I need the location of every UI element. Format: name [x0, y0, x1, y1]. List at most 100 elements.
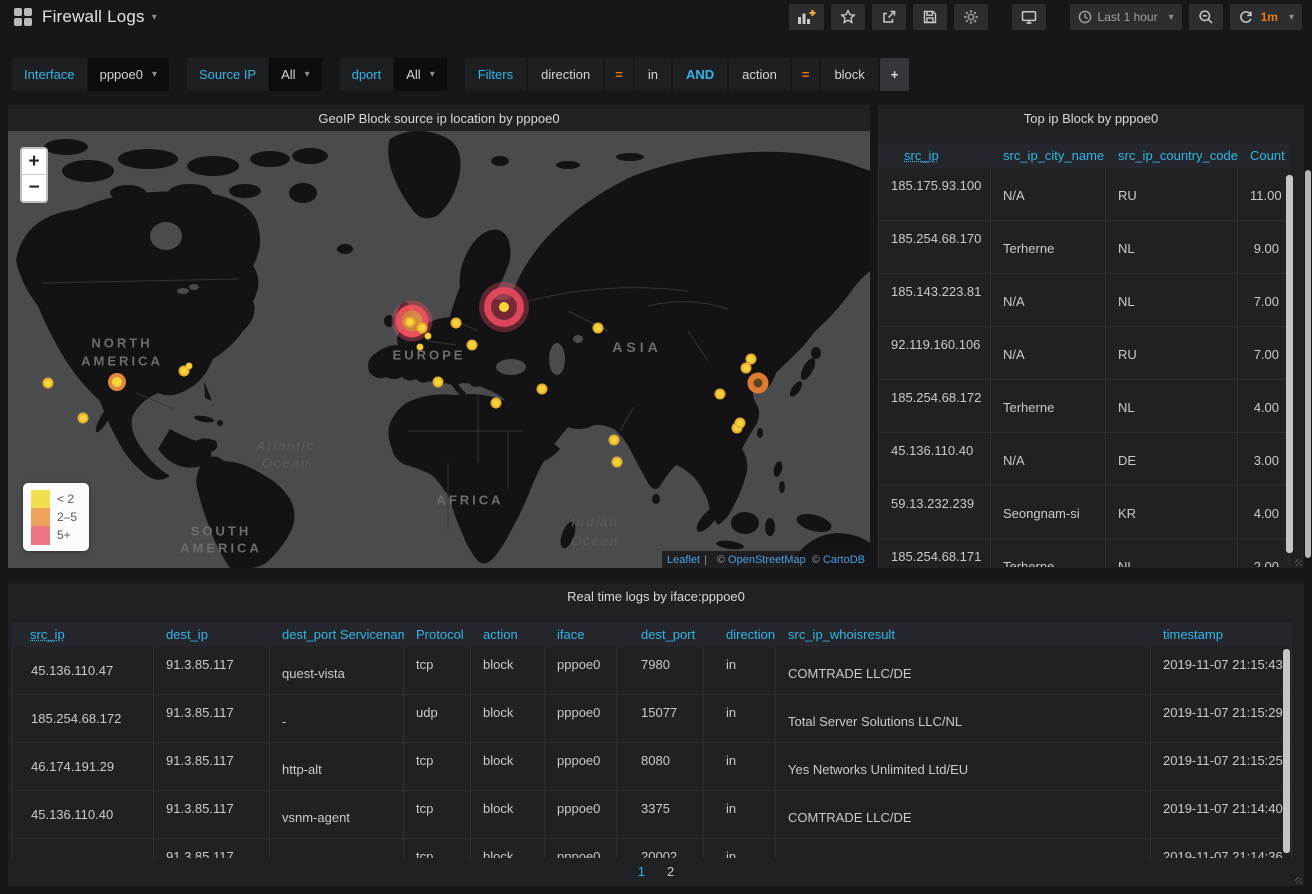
legend-label: 5+ [57, 528, 71, 542]
topip-col-count[interactable]: Count [1238, 143, 1290, 168]
topip-table-row: 185.254.68.172TerherneNL4.00 [878, 380, 1290, 433]
variable-value-dropdown[interactable]: All▾ [394, 58, 446, 91]
adhoc-segment-[interactable]: = [605, 58, 633, 91]
logs-scrollbar[interactable] [1283, 649, 1290, 853]
adhoc-segment-and[interactable]: AND [673, 58, 727, 91]
logs-cell-protocol: tcp [404, 647, 471, 695]
chevron-down-icon[interactable]: ▾ [152, 12, 157, 23]
add-filter-button[interactable]: + [880, 58, 910, 91]
adhoc-segment-in[interactable]: in [635, 58, 671, 91]
variable-value-dropdown[interactable]: pppoe0▾ [88, 58, 169, 91]
map-marker-y-sm[interactable] [467, 340, 478, 351]
logs-cell-iface: pppoe0 [545, 695, 617, 743]
logs-cell-action: block [471, 839, 545, 858]
logs-col-dest_port-servicename[interactable]: dest_port Servicename [270, 622, 404, 647]
panel-top-ip: Top ip Block by pppoe0 src_ipsrc_ip_city… [878, 105, 1304, 568]
add-panel-button[interactable] [789, 4, 824, 30]
logs-col-dest_ip[interactable]: dest_ip [154, 622, 270, 647]
adhoc-segment-block[interactable]: block [821, 58, 877, 91]
grafana-logo-icon[interactable] [14, 8, 33, 27]
legend-row: < 2 [31, 490, 81, 508]
map-marker-y-xs[interactable] [425, 333, 432, 340]
cycle-view-button[interactable] [1012, 4, 1046, 30]
settings-button[interactable] [954, 4, 988, 30]
logs-col-direction[interactable]: direction [704, 622, 776, 647]
dashboard-title[interactable]: Firewall Logs [42, 7, 145, 27]
adhoc-segment-action[interactable]: action [729, 58, 790, 91]
refresh-interval-label: 1m [1261, 10, 1278, 24]
map-marker-y-sm[interactable] [43, 378, 54, 389]
topip-scrollbar[interactable] [1286, 175, 1293, 553]
logs-table-row: 91.3.85.117commtact-httptcpblockpppoe020… [12, 839, 1292, 858]
map-marker-y-md[interactable] [108, 373, 126, 391]
zoom-out-button[interactable] [1189, 4, 1223, 30]
world-map[interactable]: NORTHAMERICAEUROPEASIAAFRICASOUTHAMERICA… [8, 131, 870, 568]
logs-cell-dest_port-servicename: vsnm-agent [270, 791, 404, 839]
save-button[interactable] [913, 4, 947, 30]
logs-cell-direction: in [704, 647, 776, 695]
topip-cell-src_ip_city_name: N/A [991, 168, 1106, 221]
panel-title[interactable]: GeoIP Block source ip location by pppoe0 [8, 105, 870, 131]
map-marker-y-sm[interactable] [735, 418, 746, 429]
adhoc-segment-direction[interactable]: direction [528, 58, 603, 91]
logs-table-row: 46.174.191.2991.3.85.117http-alttcpblock… [12, 743, 1292, 791]
logs-col-action[interactable]: action [471, 622, 545, 647]
map-marker-y-sm[interactable] [537, 384, 548, 395]
topip-col-src_ip_city_name[interactable]: src_ip_city_name [991, 143, 1106, 168]
logs-col-dest_port[interactable]: dest_port [617, 622, 704, 647]
map-marker-y-sm[interactable] [433, 377, 444, 388]
map-marker-y-sm[interactable] [405, 317, 416, 328]
logs-cell-timestamp: 2019-11-07 21:14:40 [1151, 791, 1292, 839]
map-marker-y-xs[interactable] [417, 344, 424, 351]
map-marker-y-sm[interactable] [609, 435, 620, 446]
map-zoom-out-button[interactable]: − [22, 175, 46, 201]
map-marker-y-sm[interactable] [741, 363, 752, 374]
map-marker-y-sm[interactable] [612, 457, 623, 468]
navbar: Firewall Logs ▾ Last 1 hour [0, 0, 1312, 34]
page-button-2[interactable]: 2 [667, 864, 674, 879]
logs-col-timestamp[interactable]: timestamp [1151, 622, 1292, 647]
topip-rows: 185.175.93.100N/ARU11.00185.254.68.170Te… [878, 168, 1290, 567]
map-marker-big-b[interactable] [484, 287, 524, 327]
map-marker-ring-orange[interactable] [748, 373, 769, 394]
time-range-picker[interactable]: Last 1 hour ▾ [1070, 4, 1182, 30]
dashboard: Firewall Logs ▾ Last 1 hour [0, 0, 1312, 894]
cartodb-link[interactable]: CartoDB [823, 554, 865, 566]
logs-col-src_ip[interactable]: src_ip [12, 622, 154, 647]
adhoc-filters: Filters direction=inANDaction=block + [465, 58, 912, 91]
variable-group-dport: dportAll▾ [340, 58, 447, 91]
star-button[interactable] [831, 4, 865, 30]
panel-title[interactable]: Real time logs by iface:pppoe0 [8, 583, 1304, 609]
topip-cell-src_ip: 59.13.232.239 [878, 486, 991, 539]
variable-value-dropdown[interactable]: All▾ [269, 58, 321, 91]
logs-cell-src_ip: 45.136.110.40 [12, 791, 154, 839]
logs-col-iface[interactable]: iface [545, 622, 617, 647]
panel-title[interactable]: Top ip Block by pppoe0 [878, 105, 1304, 131]
map-zoom-in-button[interactable]: + [22, 149, 46, 175]
page-scrollbar[interactable] [1305, 170, 1311, 558]
share-button[interactable] [872, 4, 906, 30]
topip-cell-src_ip_city_name: N/A [991, 433, 1106, 486]
logs-cell-action: block [471, 791, 545, 839]
topip-cell-src_ip: 45.136.110.40 [878, 433, 991, 486]
map-marker-y-sm[interactable] [491, 398, 502, 409]
refresh-picker[interactable]: 1m ▾ [1230, 4, 1302, 30]
page-button-1[interactable]: 1 [638, 864, 645, 879]
map-marker-y-sm[interactable] [715, 389, 726, 400]
map-marker-y-sm[interactable] [78, 413, 89, 424]
map-marker-y-sm[interactable] [593, 323, 604, 334]
topip-col-src_ip[interactable]: src_ip [878, 143, 991, 168]
logs-col-protocol[interactable]: Protocol [404, 622, 471, 647]
chevron-down-icon: ▾ [430, 69, 435, 80]
logs-cell-direction: in [704, 791, 776, 839]
topip-col-src_ip_country_code[interactable]: src_ip_country_code [1106, 143, 1238, 168]
logs-col-src_ip_whoisresult[interactable]: src_ip_whoisresult [776, 622, 1151, 647]
map-marker-y-sm[interactable] [451, 318, 462, 329]
leaflet-link[interactable]: Leaflet [667, 554, 700, 566]
topip-cell-src_ip_city_name: N/A [991, 327, 1106, 380]
adhoc-segment-[interactable]: = [792, 58, 820, 91]
logs-cell-timestamp: 2019-11-07 21:15:25 [1151, 743, 1292, 791]
openstreetmap-link[interactable]: OpenStreetMap [728, 554, 806, 566]
variable-label: dport [340, 58, 394, 91]
map-marker-y-xs[interactable] [186, 363, 193, 370]
